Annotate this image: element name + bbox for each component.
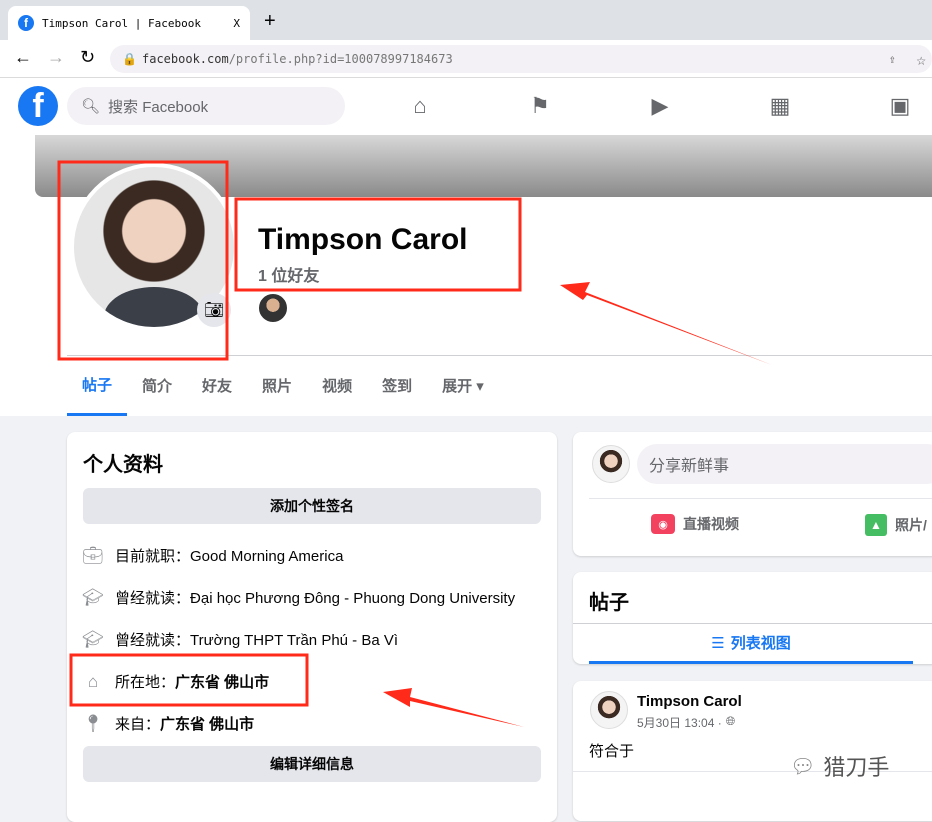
tab-about[interactable]: 简介 <box>127 356 187 414</box>
info-education: 🎓︎ 曾经就读：Trường THPT Trần Phú - Ba Vì <box>82 629 398 650</box>
share-icon[interactable]: ⇪ <box>889 52 896 66</box>
watermark: 💬︎ 猎刀手 <box>790 750 889 782</box>
list-view-tab[interactable]: ☰ 列表视图 <box>589 624 913 664</box>
profile-header: 📷︎ Timpson Carol 1 位好友 帖子 简介 好友 照片 视频 签到… <box>0 135 932 416</box>
user-avatar[interactable] <box>592 445 630 483</box>
camera-icon[interactable]: 📷︎ <box>197 293 231 327</box>
info-hometown: 📍︎ 来自：广东省 佛山市 <box>82 713 254 734</box>
watch-video-icon[interactable]: ▶ <box>646 92 674 120</box>
photo-video-button[interactable]: ▲ 照片/ <box>865 514 927 536</box>
post-text: 符合于 <box>589 743 635 760</box>
marketplace-icon[interactable]: ▦ <box>766 92 794 120</box>
tab-more[interactable]: 展开 ▾ <box>427 356 499 414</box>
live-video-button[interactable]: ◉ 直播视频 <box>651 514 739 534</box>
intro-card: 个人资料 添加个性签名 💼︎ 目前就职：Good Morning America … <box>67 432 557 822</box>
forward-icon[interactable]: → <box>47 47 65 68</box>
composer-card: 分享新鲜事 ◉ 直播视频 ▲ 照片/ <box>573 432 932 556</box>
profile-name: Timpson Carol <box>258 223 468 256</box>
intro-title: 个人资料 <box>83 454 163 476</box>
photo-icon: ▲ <box>865 514 887 536</box>
post-author-avatar[interactable] <box>590 691 628 729</box>
friend-count[interactable]: 1 位好友 <box>258 262 319 286</box>
tab-videos[interactable]: 视频 <box>307 356 367 414</box>
tab-friends[interactable]: 好友 <box>187 356 247 414</box>
back-icon[interactable]: ← <box>14 47 32 68</box>
url-host: facebook.com <box>142 52 229 66</box>
briefcase-icon: 💼︎ <box>82 545 104 565</box>
search-icon: 🔍︎ <box>81 98 101 115</box>
add-bio-button[interactable]: 添加个性签名 <box>83 488 541 524</box>
info-value[interactable]: Đại học Phương Đông - Phuong Dong Univer… <box>190 590 515 607</box>
info-work: 💼︎ 目前就职：Good Morning America <box>82 545 343 566</box>
home-icon: ⌂ <box>87 671 99 691</box>
graduation-cap-icon: 🎓︎ <box>82 587 104 607</box>
info-education: 🎓︎ 曾经就读：Đại học Phương Đông - Phuong Dong… <box>82 587 515 608</box>
url-input[interactable]: 🔒 facebook.com/profile.php?id=1000789971… <box>110 45 932 73</box>
info-label: 曾经就读： <box>115 632 191 649</box>
profile-tabs: 帖子 简介 好友 照片 视频 签到 展开 ▾ <box>67 356 499 416</box>
graduation-cap-icon: 🎓︎ <box>82 629 104 649</box>
new-tab-button[interactable]: + <box>264 10 276 33</box>
tab-photos[interactable]: 照片 <box>247 356 307 414</box>
post-author[interactable]: Timpson Carol <box>637 693 742 710</box>
info-label: 曾经就读： <box>115 590 191 607</box>
friend-avatar[interactable] <box>257 292 289 324</box>
groups-icon[interactable]: ▣ <box>886 92 914 120</box>
posts-card: 帖子 ☰ 列表视图 <box>573 572 932 664</box>
divider <box>589 498 932 499</box>
tab-checkins[interactable]: 签到 <box>367 356 427 414</box>
lock-icon: 🔒 <box>122 52 137 66</box>
location-pin-icon: 📍︎ <box>82 713 104 733</box>
pages-flag-icon[interactable]: ⚑ <box>526 92 554 120</box>
address-bar-row: ← → ↻ 🔒 facebook.com/profile.php?id=1000… <box>0 40 932 78</box>
posts-title: 帖子 <box>589 592 629 614</box>
tab-posts[interactable]: 帖子 <box>67 356 128 416</box>
facebook-favicon-icon: f <box>18 15 34 31</box>
tab-title: Timpson Carol | Facebook <box>42 16 201 30</box>
watermark-text: 猎刀手 <box>823 755 890 780</box>
home-icon[interactable]: ⌂ <box>406 92 434 120</box>
browser-tab[interactable]: f Timpson Carol | Facebook X <box>8 6 250 40</box>
info-value[interactable]: 广东省 佛山市 <box>175 674 269 691</box>
close-tab-icon[interactable]: X <box>233 17 240 30</box>
info-current-city: ⌂ 所在地：广东省 佛山市 <box>83 671 269 692</box>
globe-icon: 🌐︎ <box>725 714 736 728</box>
bookmark-star-icon[interactable]: ☆ <box>916 50 926 69</box>
list-icon: ☰ <box>711 634 725 652</box>
list-view-label: 列表视图 <box>730 635 791 652</box>
info-value[interactable]: Trường THPT Trần Phú - Ba Vì <box>190 632 398 649</box>
search-input[interactable]: 🔍︎ 搜索 Facebook <box>67 87 345 125</box>
edit-details-button[interactable]: 编辑详细信息 <box>83 746 541 782</box>
composer-input[interactable]: 分享新鲜事 <box>637 444 932 484</box>
post-time[interactable]: 5月30日 13:04 · <box>637 714 722 731</box>
facebook-logo-icon[interactable]: f <box>18 86 58 126</box>
live-video-icon: ◉ <box>651 514 675 534</box>
photo-label: 照片/ <box>895 517 927 533</box>
facebook-header: f 🔍︎ 搜索 Facebook ⌂ ⚑ ▶ ▦ ▣ <box>0 78 932 135</box>
info-label: 所在地： <box>115 674 176 691</box>
reload-icon[interactable]: ↻ <box>80 47 95 68</box>
url-path: /profile.php?id=100078997184673 <box>228 52 453 66</box>
info-label: 来自： <box>115 716 161 733</box>
info-label: 目前就职： <box>115 548 191 565</box>
browser-tab-bar: f Timpson Carol | Facebook X + <box>0 0 932 40</box>
info-value[interactable]: 广东省 佛山市 <box>160 716 254 733</box>
post-meta: 5月30日 13:04 · 🌐︎ <box>637 714 735 731</box>
info-value[interactable]: Good Morning America <box>190 548 343 565</box>
wechat-icon: 💬︎ <box>790 755 816 778</box>
search-placeholder: 搜索 Facebook <box>108 98 209 116</box>
live-video-label: 直播视频 <box>683 516 739 532</box>
